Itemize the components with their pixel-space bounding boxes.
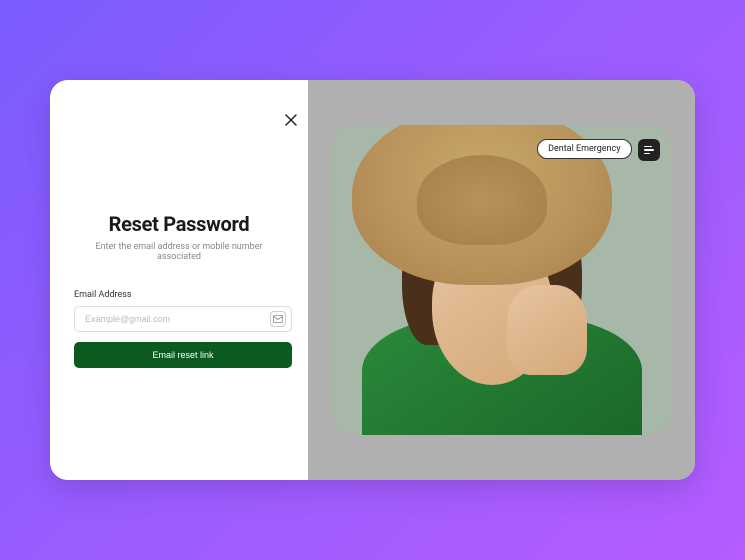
reset-password-card: Reset Password Enter the email address o…	[50, 80, 695, 480]
page-subtitle: Enter the email address or mobile number…	[74, 242, 284, 262]
email-reset-link-button[interactable]: Email reset link	[74, 342, 292, 368]
menu-icon[interactable]	[638, 139, 660, 161]
person-illustration	[332, 125, 672, 435]
page-title: Reset Password	[74, 212, 284, 236]
mail-icon	[270, 311, 286, 327]
email-label: Email Address	[74, 290, 284, 300]
form-content: Reset Password Enter the email address o…	[74, 212, 284, 368]
dental-emergency-badge[interactable]: Dental Emergency	[537, 139, 631, 159]
hero-image: Dental Emergency	[332, 125, 672, 435]
form-panel: Reset Password Enter the email address o…	[50, 80, 308, 480]
email-input-wrap	[74, 306, 292, 332]
hero-panel: Dental Emergency	[308, 80, 695, 480]
close-icon[interactable]	[284, 112, 298, 126]
email-field[interactable]	[74, 306, 292, 332]
